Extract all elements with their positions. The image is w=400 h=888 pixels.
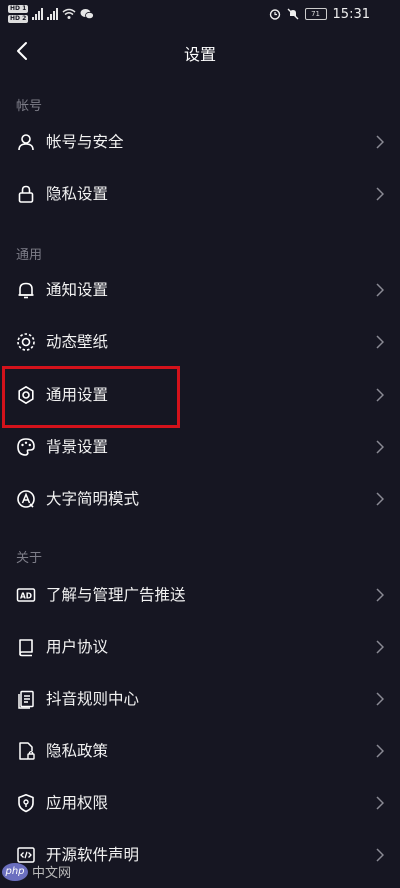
chevron-right-icon: [376, 744, 384, 758]
bell-icon: [18, 282, 34, 299]
php-logo: php: [2, 862, 28, 881]
watermark: php 中文网: [2, 862, 71, 881]
settings-item-ad-management[interactable]: AD 了解与管理广告推送: [0, 571, 400, 619]
chevron-right-icon: [376, 283, 384, 297]
status-left: HD 1 HD 2: [8, 3, 95, 25]
status-right: 71 15:31: [269, 5, 370, 23]
item-label: 抖音规则中心: [46, 690, 140, 708]
mute-bell-icon: [287, 8, 298, 20]
item-label: 用户协议: [46, 638, 109, 656]
chevron-right-icon: [376, 388, 384, 402]
item-label: 通知设置: [46, 281, 109, 299]
settings-item-live-wallpaper[interactable]: 动态壁纸: [0, 318, 400, 366]
watermark-text: 中文网: [32, 866, 72, 881]
highlight-box: [2, 366, 180, 428]
signal-icon: [32, 8, 44, 20]
item-label: 隐私政策: [46, 742, 109, 760]
status-bar: HD 1 HD 2 71 15:31: [0, 0, 400, 28]
item-label: 动态壁纸: [46, 333, 109, 351]
palette-icon: [17, 438, 35, 456]
settings-item-background[interactable]: 背景设置: [0, 423, 400, 471]
settings-item-app-permissions[interactable]: 应用权限: [0, 779, 400, 827]
wechat-icon: [80, 9, 95, 20]
hd-indicator: HD 1 HD 2: [8, 5, 29, 23]
settings-item-privacy[interactable]: 隐私设置: [0, 170, 400, 218]
shield-icon: [18, 794, 34, 813]
item-label: 背景设置: [46, 438, 109, 456]
lock-icon: [18, 185, 34, 203]
ad-icon: AD: [16, 588, 36, 602]
chevron-right-icon: [376, 335, 384, 349]
chevron-right-icon: [376, 492, 384, 506]
user-icon: [18, 134, 34, 151]
chevron-right-icon: [376, 848, 384, 862]
wifi-icon: [62, 8, 76, 19]
chevron-right-icon: [376, 440, 384, 454]
chevron-right-icon: [376, 135, 384, 149]
settings-item-privacy-policy[interactable]: 隐私政策: [0, 727, 400, 775]
chevron-right-icon: [376, 187, 384, 201]
settings-item-account-security[interactable]: 帐号与安全: [0, 118, 400, 166]
settings-item-large-text-mode[interactable]: 大字简明模式: [0, 475, 400, 523]
wallpaper-icon: [17, 333, 35, 351]
item-label: 了解与管理广告推送: [46, 586, 186, 604]
page-title: 设置: [183, 45, 216, 64]
settings-item-user-agreement[interactable]: 用户协议: [0, 623, 400, 671]
book-icon: [19, 639, 33, 657]
item-label: 隐私设置: [46, 185, 109, 203]
item-label: 大字简明模式: [46, 490, 140, 508]
signal-icon-2: [47, 8, 59, 20]
chevron-right-icon: [376, 692, 384, 706]
chevron-right-icon: [376, 796, 384, 810]
privacy-doc-icon: [19, 742, 35, 760]
chevron-right-icon: [376, 640, 384, 654]
status-time: 15:31: [332, 6, 370, 22]
svg-text:AD: AD: [20, 591, 32, 600]
large-text-icon: [17, 490, 35, 508]
battery-icon: 71: [304, 8, 327, 20]
chevron-right-icon: [376, 588, 384, 602]
alarm-icon: [269, 9, 280, 20]
header: 设置: [0, 30, 400, 74]
settings-item-rules-center[interactable]: 抖音规则中心: [0, 675, 400, 723]
section-label-general: 通用: [16, 248, 43, 263]
section-label-about: 关于: [16, 551, 43, 566]
item-label: 应用权限: [46, 794, 109, 812]
settings-item-notifications[interactable]: 通知设置: [0, 266, 400, 314]
document-icon: [18, 690, 34, 709]
item-label: 帐号与安全: [46, 133, 124, 151]
section-label-account: 帐号: [16, 99, 43, 114]
